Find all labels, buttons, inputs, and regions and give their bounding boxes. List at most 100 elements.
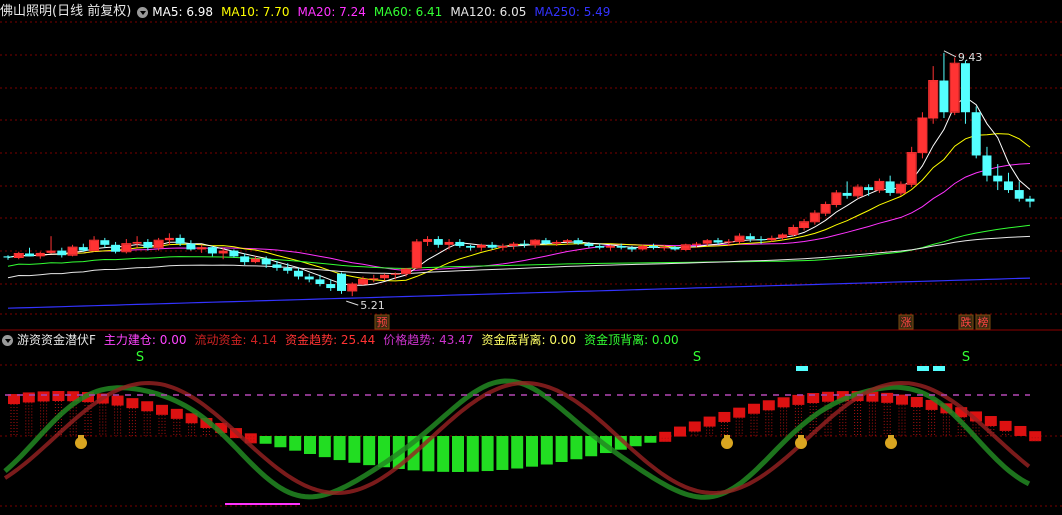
cyan-marker [796,366,808,371]
money-bag-icon [724,435,730,438]
green-bar [511,436,524,469]
dropdown-icon[interactable] [2,334,13,346]
candle-fill [810,213,819,222]
red-bar [748,403,760,414]
red-bar [777,397,790,408]
candle-body [175,237,185,244]
indicator-item: 资金趋势: 25.44 [285,333,376,347]
red-bar [659,431,672,442]
candle-body [229,250,239,257]
candle-body [250,258,260,263]
marker-text: 涨 [901,316,912,329]
candle-body [713,240,723,243]
candle-fill [531,240,540,245]
money-bag-icon [78,435,84,438]
candle-body [283,267,293,271]
candle-fill [832,193,841,204]
candle-body [778,234,788,238]
candle-fill [800,222,809,228]
ma60-label: MA60: 6.41 [373,5,443,19]
stock-chart[interactable]: 9.43 5.21 预 涨 跌榜 S S S [0,0,1062,515]
indicator-title: 游资资金潜伏F [17,333,96,347]
candle-body [552,241,562,244]
red-bar [52,391,65,402]
candle-body [1025,198,1035,202]
candle-fill [896,184,905,193]
candle-body [143,241,153,248]
candle-body [745,236,755,240]
red-bar [910,397,923,408]
candle-body [326,284,336,289]
green-bar [304,436,316,454]
candle-fill [402,269,411,274]
cyan-marker [933,366,945,371]
candle-body [466,245,476,248]
dropdown-icon[interactable] [137,6,149,18]
green-bar [333,436,346,461]
indicator-header: 游资资金潜伏F 主力建仓: 0.00 流动资金: 4.14 资金趋势: 25.4… [0,330,687,350]
candle-fill [68,247,77,255]
candle-body [423,239,433,242]
candle-fill [929,81,938,118]
candle-body [885,181,895,193]
candle-body [638,245,648,250]
candle-body [487,244,497,248]
candle-fill [875,181,884,190]
red-bar [37,391,50,402]
candle-body [57,250,67,256]
candle-fill [681,245,690,249]
candle-body [207,247,217,254]
candlesticks [3,52,1035,297]
ma10-line [7,133,1031,282]
candle-body [100,240,110,245]
red-bar [999,420,1012,431]
candle-fill [853,187,862,196]
candle-body [315,279,325,285]
green-bar [289,436,302,451]
red-bar [703,416,716,427]
candle-body [584,243,594,246]
green-bar [274,436,287,448]
candle-body [46,250,56,253]
indicator-panel: SSS [3,350,1042,505]
red-bar [762,400,775,411]
red-bar [718,411,731,422]
candle-body [1014,190,1024,199]
candle-body [627,247,637,250]
candle-body [767,237,777,241]
candle-fill [735,236,744,241]
candle-fill [918,118,927,153]
moving-average-lines [7,96,1031,309]
green-bar [363,436,376,466]
green-bar [555,436,568,463]
candle-body [272,264,282,268]
red-bar [792,394,805,405]
candle-fill [907,153,916,184]
green-bar [644,436,657,443]
candle-body [25,253,35,257]
candle-body [433,239,443,245]
candle-fill [90,240,99,251]
candle-body [939,80,949,113]
candle-body [842,192,852,196]
candle-body [35,252,45,257]
indicator-item: 流动资金: 4.14 [194,333,278,347]
green-bar [437,436,450,472]
money-bag-icon [721,437,733,449]
candle-body [186,243,196,250]
candle-body [509,243,519,246]
candle-body [573,240,583,244]
candle-body [724,241,734,243]
indicator-item: 资金顶背离: 0.00 [584,333,679,347]
candle-body [648,245,658,248]
candle-body [444,241,454,245]
red-bar [674,426,686,437]
candle-body [78,247,88,251]
red-bar [22,392,35,403]
candle-body [756,239,766,241]
marker-text: 榜 [978,315,989,329]
green-bar [481,436,494,472]
candle-body [455,241,465,246]
candle-body [498,245,508,248]
ma10-label: MA10: 7.70 [221,5,290,19]
